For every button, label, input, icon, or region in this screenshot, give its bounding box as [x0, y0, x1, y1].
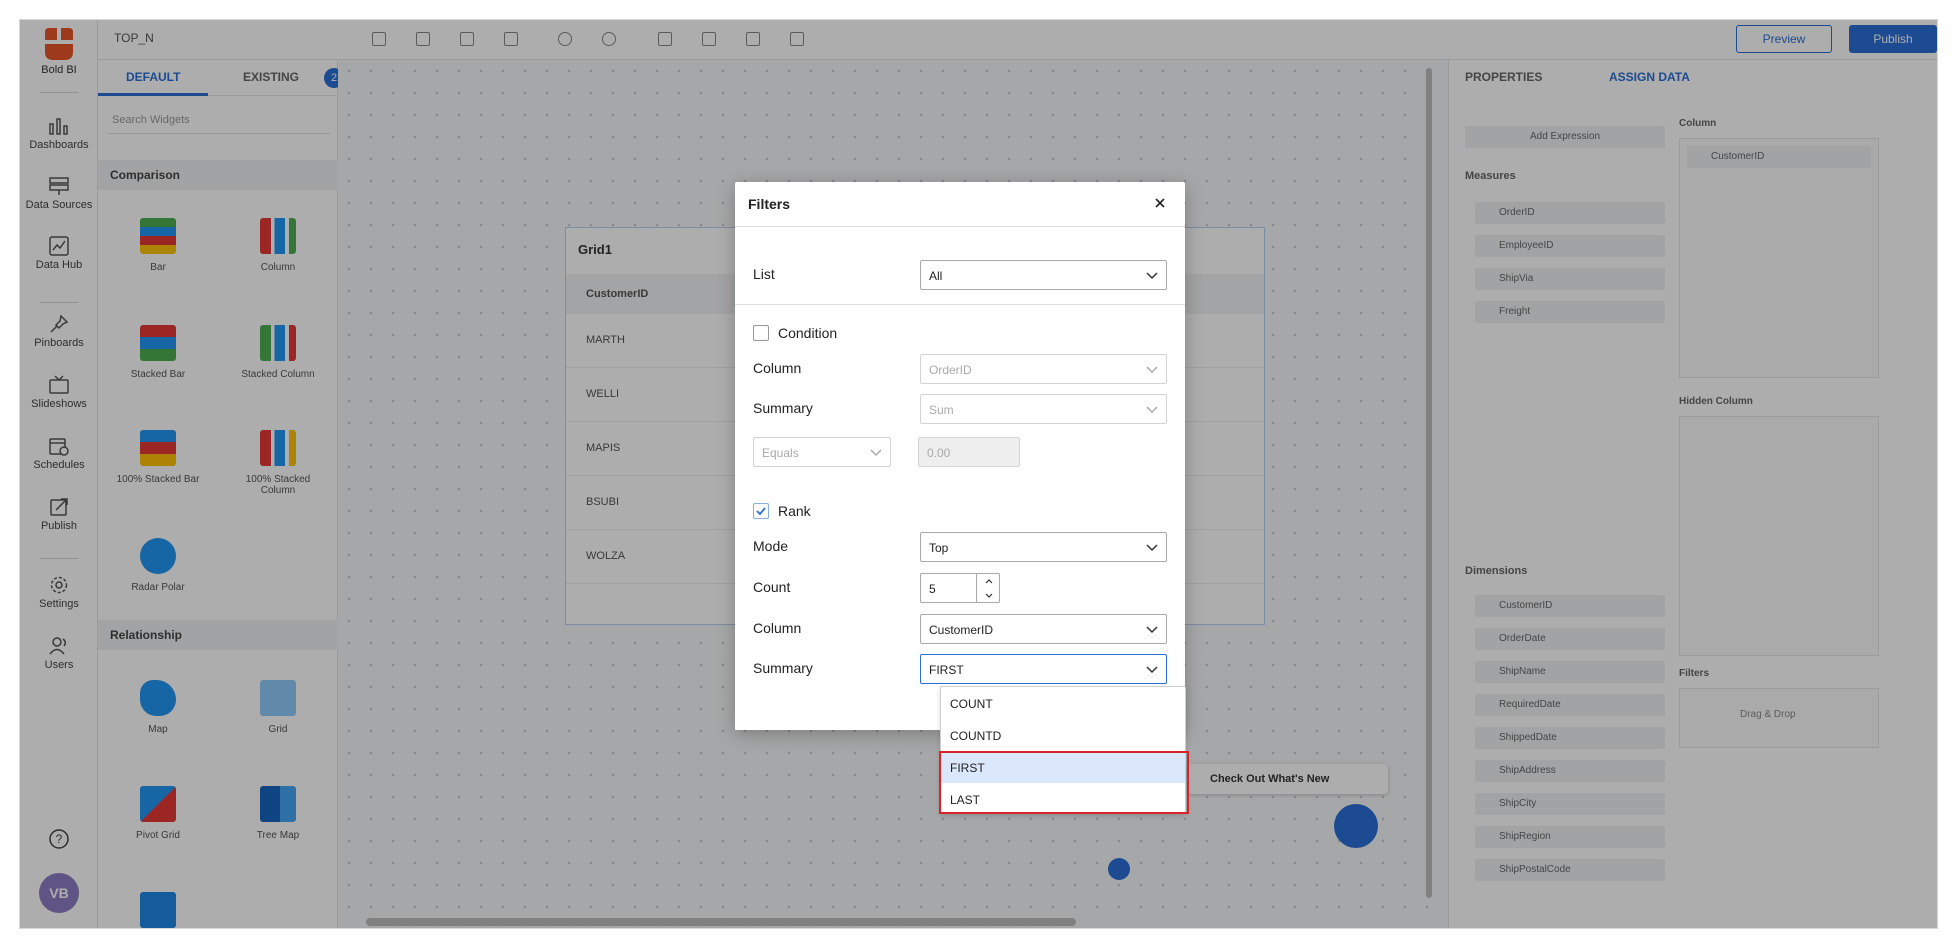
- condition-checkbox[interactable]: [753, 325, 769, 341]
- close-button[interactable]: [1147, 190, 1173, 216]
- filters-dialog: Filters List All Condition Column OrderI…: [735, 182, 1185, 730]
- chevron-down-icon: [1146, 272, 1158, 280]
- list-dropdown[interactable]: All: [920, 260, 1167, 290]
- list-dropdown-value: All: [929, 269, 943, 283]
- rank-column-dropdown[interactable]: CustomerID: [920, 614, 1167, 644]
- rank-label: Rank: [778, 503, 811, 519]
- dialog-title: Filters: [748, 196, 791, 212]
- chevron-up-icon: [985, 578, 992, 583]
- summary-option-count[interactable]: COUNT: [941, 687, 1185, 719]
- condition-column-label: Column: [753, 360, 802, 376]
- count-increment-button[interactable]: [976, 574, 1000, 588]
- chevron-down-icon: [1146, 544, 1158, 552]
- count-numeric-input[interactable]: 5: [920, 573, 1000, 603]
- count-value: 5: [929, 582, 936, 596]
- count-decrement-button[interactable]: [976, 588, 1000, 602]
- condition-summary-label: Summary: [753, 400, 813, 416]
- count-label: Count: [753, 579, 791, 595]
- condition-column-dropdown[interactable]: OrderID: [920, 354, 1167, 384]
- mode-dropdown[interactable]: Top: [920, 532, 1167, 562]
- checkmark-icon: [756, 507, 766, 516]
- dialog-divider: [735, 226, 1185, 227]
- rank-column-value: CustomerID: [929, 623, 994, 637]
- dialog-divider: [735, 304, 1185, 305]
- summary-option-countd[interactable]: COUNTD: [941, 719, 1185, 751]
- condition-column-value: OrderID: [929, 363, 972, 377]
- rank-column-label: Column: [753, 620, 802, 636]
- operator-value: Equals: [762, 446, 799, 460]
- operator-dropdown[interactable]: Equals: [753, 437, 891, 467]
- mode-label: Mode: [753, 538, 789, 554]
- chevron-down-icon: [985, 593, 992, 598]
- rank-summary-value: FIRST: [929, 663, 964, 677]
- rank-summary-label: Summary: [753, 660, 813, 676]
- close-icon: [1155, 198, 1165, 208]
- mode-value: Top: [929, 541, 949, 555]
- chevron-down-icon: [1146, 666, 1158, 674]
- chevron-down-icon: [1146, 406, 1158, 414]
- condition-value-input[interactable]: 0.00: [918, 437, 1020, 467]
- rank-checkbox[interactable]: [753, 503, 769, 519]
- chevron-down-icon: [1146, 626, 1158, 634]
- condition-summary-value: Sum: [929, 403, 954, 417]
- rank-summary-dropdown[interactable]: FIRST: [920, 654, 1167, 684]
- condition-label: Condition: [778, 325, 838, 341]
- chevron-down-icon: [870, 449, 882, 457]
- chevron-down-icon: [1146, 366, 1158, 374]
- condition-summary-dropdown[interactable]: Sum: [920, 394, 1167, 424]
- highlight-box: [939, 751, 1189, 814]
- list-label: List: [753, 266, 775, 282]
